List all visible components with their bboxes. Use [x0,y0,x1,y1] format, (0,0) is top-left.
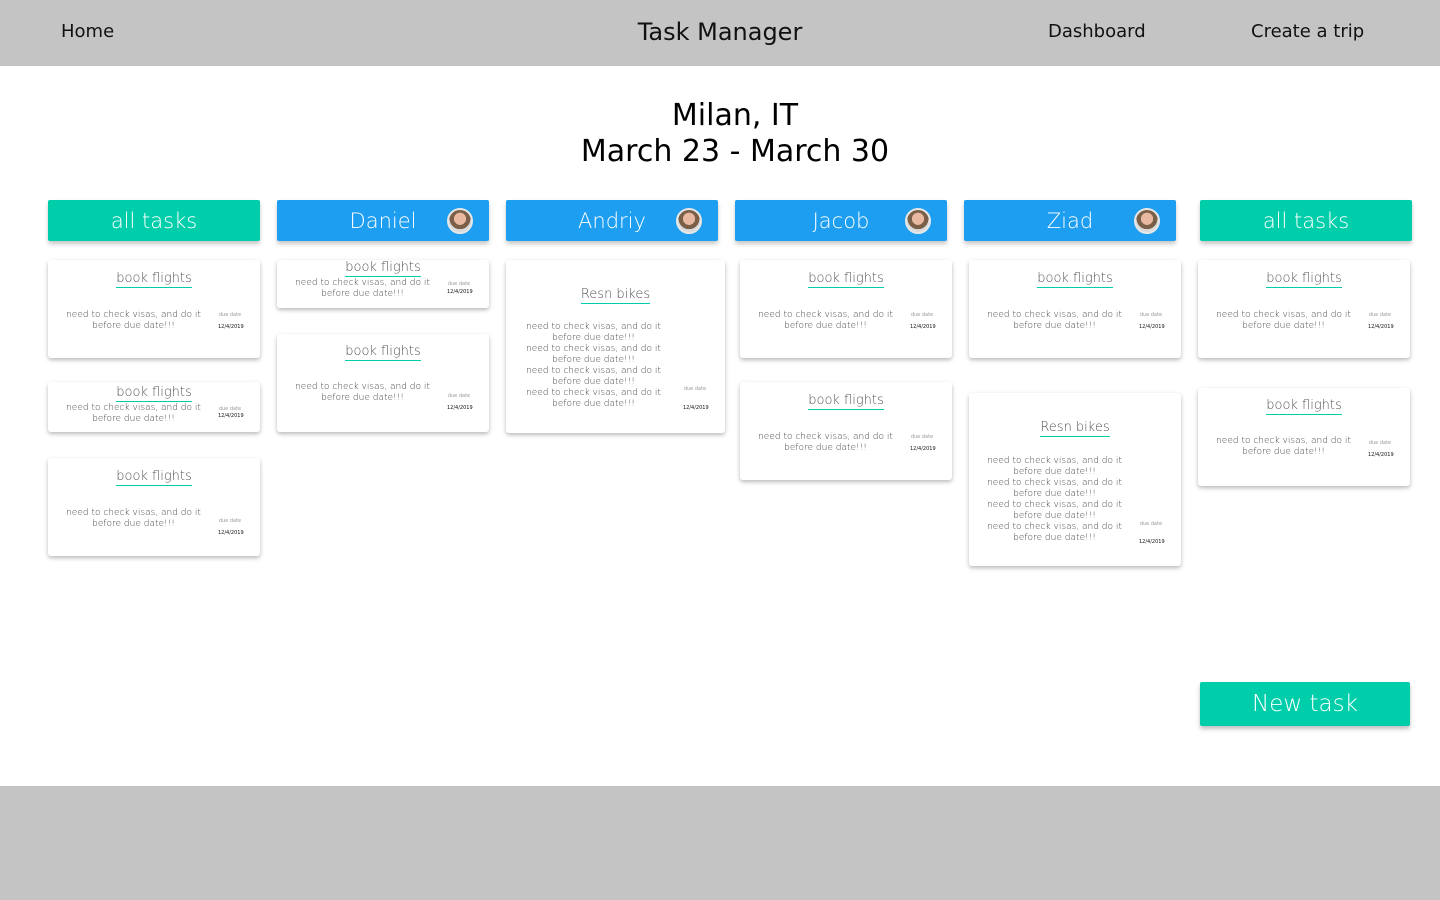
column-label: Andriy [578,208,646,233]
column-header-ziad[interactable]: Ziad [964,200,1176,241]
task-card[interactable]: book flights need to check visas, and do… [277,260,489,308]
due-date-label: due date [447,393,471,399]
task-description: need to check visas, and do it before du… [1216,436,1351,457]
task-card[interactable]: Resn bikes need to check visas, and do i… [506,260,725,433]
column-label: all tasks [110,208,198,233]
task-description: need to check visas, and do it before du… [987,456,1122,543]
trip-city: Milan, IT [671,98,799,133]
avatar [905,208,931,234]
task-card[interactable]: book flights need to check visas, and do… [1198,388,1410,486]
task-description: need to check visas, and do it before du… [295,278,430,299]
column-header-daniel[interactable]: Daniel [277,200,489,241]
due-date-value: 12/4/2019 [1139,539,1165,545]
trip-heading: Milan, IT March 23 - March 30 [0,98,1440,170]
trip-dates: March 23 - March 30 [580,134,890,169]
task-description: need to check visas, and do it before du… [295,382,430,403]
nav-dashboard-link[interactable]: Dashboard [1048,21,1146,42]
column-header-all-tasks-right[interactable]: all tasks [1200,200,1412,241]
top-navigation-bar [0,0,1440,66]
due-date-label: due date [910,434,934,440]
due-date-value: 12/4/2019 [910,324,936,330]
task-card[interactable]: book flights need to check visas, and do… [48,260,260,358]
task-card[interactable]: book flights need to check visas, and do… [277,334,489,432]
due-date-value: 12/4/2019 [218,324,244,330]
task-title: book flights [345,344,421,361]
task-description: need to check visas, and do it before du… [987,310,1122,331]
due-date-value: 12/4/2019 [910,446,936,452]
task-title: book flights [1266,398,1342,415]
column-header-all-tasks-left[interactable]: all tasks [48,200,260,241]
task-description: need to check visas, and do it before du… [66,508,201,529]
due-date-label: due date [447,281,471,287]
column-header-jacob[interactable]: Jacob [735,200,947,241]
task-description: need to check visas, and do it before du… [758,432,893,453]
due-date-value: 12/4/2019 [447,289,473,295]
task-title: book flights [1266,271,1342,288]
task-card[interactable]: book flights need to check visas, and do… [1198,260,1410,358]
task-card[interactable]: book flights need to check visas, and do… [48,382,260,432]
due-date-label: due date [1368,440,1392,446]
due-date-value: 12/4/2019 [218,530,244,536]
task-title: book flights [345,260,421,277]
due-date-label: due date [910,312,934,318]
task-card[interactable]: book flights need to check visas, and do… [48,458,260,556]
due-date-label: due date [218,406,242,412]
task-card[interactable]: book flights need to check visas, and do… [740,260,952,358]
new-task-button[interactable]: New task [1200,682,1410,726]
task-description: need to check visas, and do it before du… [758,310,893,331]
avatar [676,208,702,234]
task-card[interactable]: book flights need to check visas, and do… [969,260,1181,358]
due-date-label: due date [1139,521,1163,527]
avatar [447,208,473,234]
task-description: need to check visas, and do it before du… [1216,310,1351,331]
task-description: need to check visas, and do it before du… [526,322,661,409]
column-label: Ziad [1046,208,1094,233]
task-title: book flights [116,469,192,486]
task-card[interactable]: Resn bikes need to check visas, and do i… [969,393,1181,566]
column-label: Jacob [812,208,870,233]
due-date-value: 12/4/2019 [1368,452,1394,458]
due-date-value: 12/4/2019 [218,413,244,419]
column-label: Daniel [349,208,417,233]
column-header-andriy[interactable]: Andriy [506,200,718,241]
avatar [1134,208,1160,234]
task-description: need to check visas, and do it before du… [66,403,201,424]
due-date-value: 12/4/2019 [683,405,709,411]
task-title: Resn bikes [1040,420,1110,437]
task-title: book flights [808,393,884,410]
due-date-label: due date [218,518,242,524]
due-date-label: due date [683,386,707,392]
column-label: all tasks [1262,208,1350,233]
nav-create-trip-link[interactable]: Create a trip [1251,21,1364,42]
due-date-value: 12/4/2019 [447,405,473,411]
task-title: book flights [116,271,192,288]
task-title: book flights [116,385,192,402]
due-date-value: 12/4/2019 [1139,324,1165,330]
due-date-label: due date [1368,312,1392,318]
task-title: Resn bikes [580,287,651,304]
nav-home-link[interactable]: Home [61,21,114,42]
due-date-label: due date [1139,312,1163,318]
task-description: need to check visas, and do it before du… [66,310,201,331]
due-date-value: 12/4/2019 [1368,324,1394,330]
footer [0,786,1440,900]
task-card[interactable]: book flights need to check visas, and do… [740,382,952,480]
due-date-label: due date [218,312,242,318]
task-title: book flights [1037,271,1113,288]
task-title: book flights [808,271,884,288]
